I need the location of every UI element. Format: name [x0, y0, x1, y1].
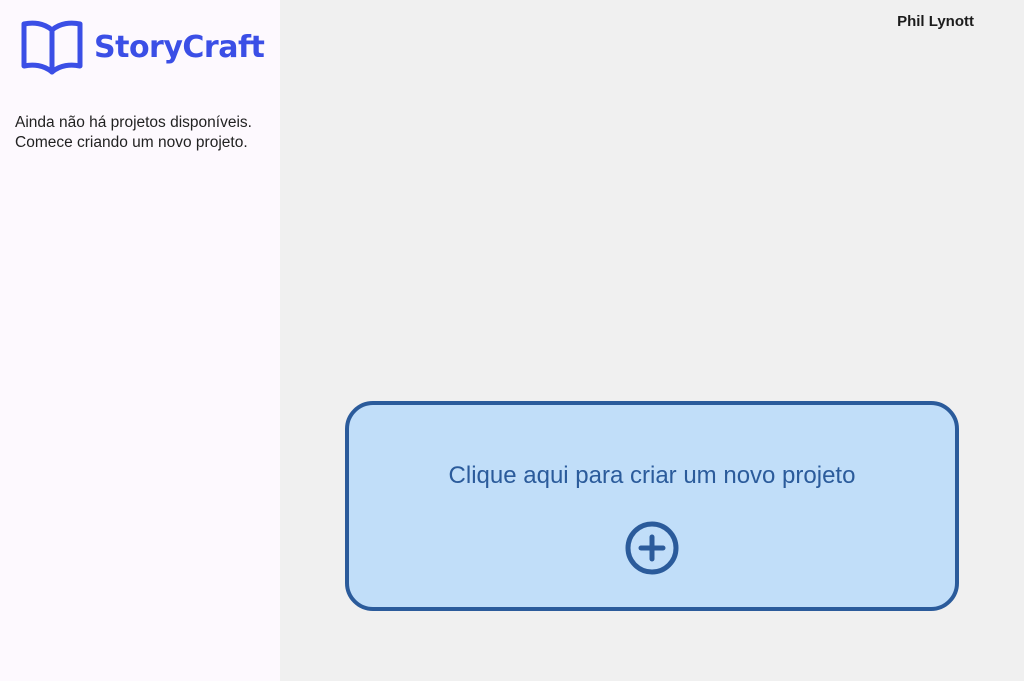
new-project-label: Clique aqui para criar um novo projeto [448, 462, 856, 489]
open-book-icon [20, 18, 84, 76]
empty-message-line-2: Comece criando um novo projeto. [15, 134, 248, 151]
brand-name: StoryCraft [94, 29, 265, 65]
user-name[interactable]: Phil Lynott [897, 13, 974, 30]
empty-message-line-1: Ainda não há projetos disponíveis. [15, 114, 252, 131]
new-project-button[interactable]: Clique aqui para criar um novo projeto [345, 401, 959, 611]
plus-circle-icon [625, 521, 679, 579]
sidebar: StoryCraft Ainda não há projetos disponí… [0, 0, 280, 681]
brand-logo[interactable]: StoryCraft [20, 18, 265, 76]
app-window: StoryCraft Ainda não há projetos disponí… [0, 0, 1024, 681]
empty-projects-message: Ainda não há projetos disponíveis. Comec… [15, 113, 277, 153]
main-area: Phil Lynott Clique aqui para criar um no… [280, 0, 1024, 681]
